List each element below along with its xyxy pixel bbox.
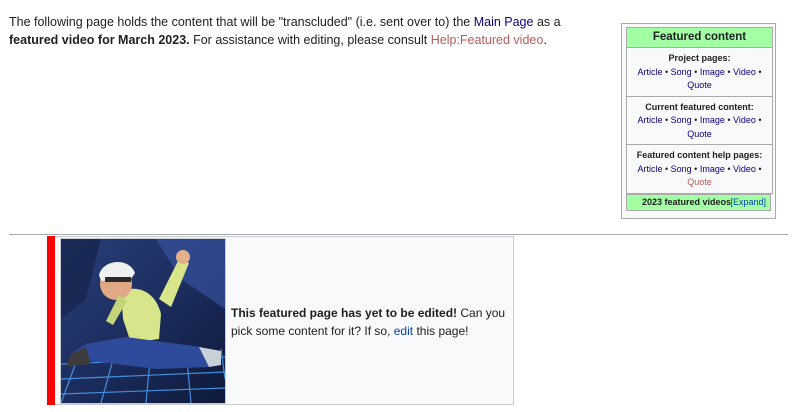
horizontal-divider	[9, 234, 788, 235]
featured-videos-bar: 2023 featured videos [Expand]	[626, 194, 771, 211]
nav-group-current-featured: Current featured content: Article • Song…	[627, 96, 772, 145]
nav-group-help-pages: Featured content help pages: Article • S…	[627, 145, 772, 193]
nav-link-quote[interactable]: Quote	[687, 129, 712, 139]
intro-bold-text: featured video for March 2023.	[9, 33, 190, 47]
feature-bold-text: This featured page has yet to be edited!	[231, 306, 458, 320]
nav-link-image[interactable]: Image	[700, 164, 725, 174]
nav-link-video[interactable]: Video	[733, 67, 756, 77]
nav-sep: •	[691, 66, 700, 77]
featured-content-navbox: Featured content Project pages: Article …	[621, 23, 776, 219]
nav-sep: •	[724, 66, 733, 77]
intro-text: For assistance with editing, please cons…	[189, 33, 431, 47]
main-page-link[interactable]: Main Page	[474, 15, 534, 29]
nav-link-image[interactable]: Image	[700, 67, 725, 77]
nav-group-title: Current featured content:	[645, 101, 754, 112]
nav-sep: •	[662, 115, 671, 125]
nav-link-quote[interactable]: Quote	[687, 177, 712, 187]
navbox-title: Featured content	[627, 28, 772, 48]
nav-group-title: Featured content help pages:	[636, 150, 763, 160]
nav-sep: •	[691, 163, 700, 174]
help-featured-video-link[interactable]: Help:Featured video	[431, 33, 544, 47]
nav-link-song[interactable]: Song	[671, 164, 692, 174]
nav-link-article[interactable]: Article	[637, 164, 662, 174]
nav-group-title: Project pages:	[668, 53, 731, 63]
nav-sep: •	[755, 163, 762, 174]
thumbnail-image	[61, 239, 225, 403]
nav-link-video[interactable]: Video	[733, 115, 756, 125]
nav-link-song[interactable]: Song	[671, 67, 692, 77]
intro-text: as a	[533, 15, 561, 29]
nav-group-links: Article • Song • Image • Video • Quote	[629, 163, 770, 190]
feature-text: this page!	[413, 324, 469, 338]
intro-text: .	[543, 33, 547, 47]
nav-group-project-pages: Project pages: Article • Song • Image • …	[627, 48, 772, 97]
nav-sep: •	[755, 115, 762, 125]
nav-sep: •	[755, 66, 762, 77]
intro-text: The following page holds the content tha…	[9, 15, 474, 29]
nav-sep: •	[662, 66, 671, 77]
featured-video-thumbnail[interactable]	[60, 238, 226, 404]
intro-paragraph: The following page holds the content tha…	[9, 13, 609, 49]
expand-button[interactable]: [Expand]	[730, 195, 766, 210]
nav-sep: •	[662, 163, 671, 174]
nav-link-song[interactable]: Song	[671, 115, 692, 125]
nav-sep: •	[691, 115, 700, 125]
nav-link-article[interactable]: Article	[637, 115, 662, 125]
nav-sep: •	[724, 115, 733, 125]
nav-group-links: Article • Song • Image • Video • Quote	[629, 114, 770, 141]
nav-link-article[interactable]: Article	[637, 67, 662, 77]
nav-sep: •	[724, 163, 733, 174]
nav-link-image[interactable]: Image	[700, 115, 725, 125]
red-status-stripe	[47, 236, 55, 405]
featured-videos-title: 2023 featured videos	[642, 197, 732, 207]
edit-link[interactable]: edit	[394, 324, 413, 338]
nav-link-video[interactable]: Video	[733, 164, 756, 174]
nav-link-quote[interactable]: Quote	[687, 80, 712, 90]
nav-group-links: Article • Song • Image • Video • Quote	[629, 66, 770, 93]
navbox-inner: Featured content Project pages: Article …	[626, 27, 773, 194]
featured-page-message: This featured page has yet to be edited!…	[231, 304, 506, 340]
